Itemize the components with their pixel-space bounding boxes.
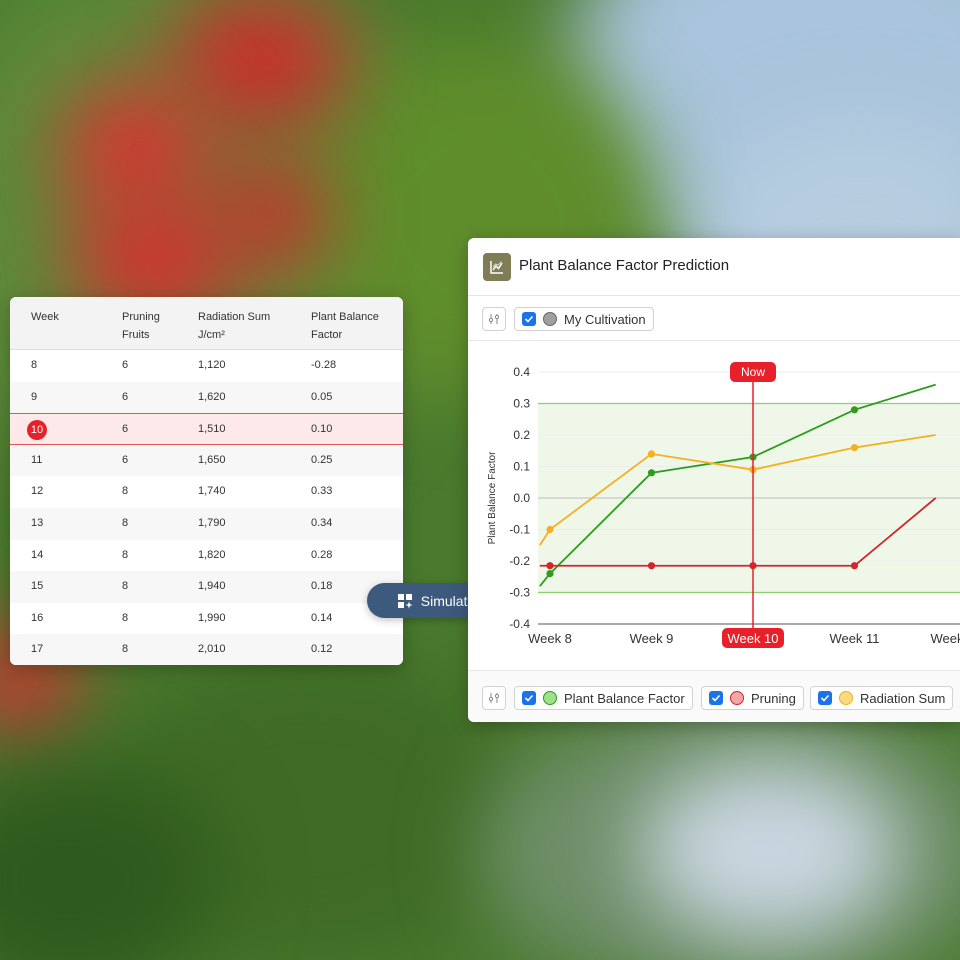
table-row[interactable]: 9 6 1,620 0.05 <box>10 381 403 414</box>
x-tick-label: Week 8 <box>528 631 572 646</box>
series-point <box>850 406 859 414</box>
legend-pbf-chip[interactable]: Plant Balance Factor <box>514 686 693 710</box>
table-row[interactable]: 12 8 1,740 0.33 <box>10 476 403 508</box>
filter-settings-button[interactable] <box>482 307 506 331</box>
table-header: Week Pruning Fruits Radiation Sum J/cm² Pl… <box>10 297 403 350</box>
radiation-dot-icon <box>839 691 853 705</box>
checkbox-checked-icon[interactable] <box>709 691 723 705</box>
series-point <box>647 469 656 477</box>
legend-radiation-chip[interactable]: Radiation Sum <box>810 686 954 710</box>
y-tick-label: 0.4 <box>513 365 530 379</box>
line-chart-icon <box>483 253 511 281</box>
series-point <box>850 562 859 570</box>
table-row-current[interactable]: 10 6 1,510 0.10 <box>10 413 403 445</box>
y-tick-label: -0.1 <box>509 523 530 537</box>
pruning-dot-icon <box>730 691 744 705</box>
panel-header: Plant Balance Factor Prediction <box>468 238 960 296</box>
table-row[interactable]: 16 8 1,990 0.14 <box>10 603 403 635</box>
current-week-badge: 10 <box>27 420 47 441</box>
y-tick-label: -0.2 <box>509 554 530 568</box>
x-tick-label: Week 10 <box>727 631 778 646</box>
pbf-chart: 0.4 0.3 0.2 0.1 0.0 -0.1 -0.2 -0.3 -0.4 Plant Bal… <box>487 362 960 648</box>
x-tick-label: Week 11 <box>829 631 879 646</box>
cultivation-table: Week Pruning Fruits Radiation Sum J/cm² Pl… <box>10 297 403 665</box>
y-tick-label: 0.0 <box>513 491 530 505</box>
y-tick-label: -0.4 <box>509 617 530 631</box>
y-tick-label: 0.2 <box>513 428 530 442</box>
x-tick-label: Week 9 <box>630 631 674 646</box>
cultivation-chip[interactable]: My Cultivation <box>514 307 654 331</box>
sliders-icon <box>488 693 500 703</box>
header-radiation: Radiation Sum J/cm² <box>198 311 271 341</box>
table-row[interactable]: 8 6 1,120 -0.28 <box>10 350 403 382</box>
legend-radiation-label: Radiation Sum <box>860 690 946 706</box>
sliders-icon <box>488 314 500 324</box>
series-point <box>546 525 554 534</box>
series-point <box>850 444 859 452</box>
table-row[interactable]: 13 8 1,790 0.34 <box>10 508 403 540</box>
table-row[interactable]: 14 8 1,820 0.28 <box>10 540 403 572</box>
panel-title: Plant Balance Factor Prediction <box>519 257 730 274</box>
cultivation-label: My Cultivation <box>564 311 646 327</box>
cultivation-dot-icon <box>543 312 557 326</box>
legend-settings-button[interactable] <box>482 686 506 710</box>
prediction-panel: Plant Balance Factor Prediction My Culti… <box>468 238 960 722</box>
checkbox-checked-icon[interactable] <box>818 691 832 705</box>
legend-pruning-chip[interactable]: Pruning <box>701 686 804 710</box>
series-point <box>546 570 554 578</box>
series-point <box>647 562 656 570</box>
series-legend: Plant Balance Factor Pruning Radiation S… <box>468 670 960 722</box>
header-pbf: Plant Balance Factor <box>311 311 379 341</box>
header-week: Week <box>31 311 59 323</box>
table-row[interactable]: 17 8 2,010 0.12 <box>10 634 403 665</box>
y-tick-label: -0.3 <box>509 586 530 600</box>
y-tick-label: 0.3 <box>513 397 530 411</box>
y-tick-label: 0.1 <box>513 460 530 474</box>
series-point <box>546 562 554 570</box>
checkbox-checked-icon[interactable] <box>522 312 536 326</box>
cultivation-toolbar: My Cultivation <box>468 296 960 341</box>
table-row[interactable]: 11 6 1,650 0.25 <box>10 444 403 477</box>
header-pruning: Pruning Fruits <box>122 311 160 341</box>
legend-pbf-label: Plant Balance Factor <box>564 690 685 706</box>
checkbox-checked-icon[interactable] <box>522 691 536 705</box>
pbf-dot-icon <box>543 691 557 705</box>
now-label: Now <box>741 365 765 379</box>
series-point <box>647 450 656 458</box>
grid-sparkle-icon <box>397 593 413 608</box>
table-row[interactable]: 15 8 1,940 0.18 <box>10 571 403 603</box>
legend-pruning-label: Pruning <box>751 690 796 706</box>
y-axis-label: Plant Balance Factor <box>487 451 498 544</box>
x-tick-label: Week 12 <box>930 631 960 646</box>
